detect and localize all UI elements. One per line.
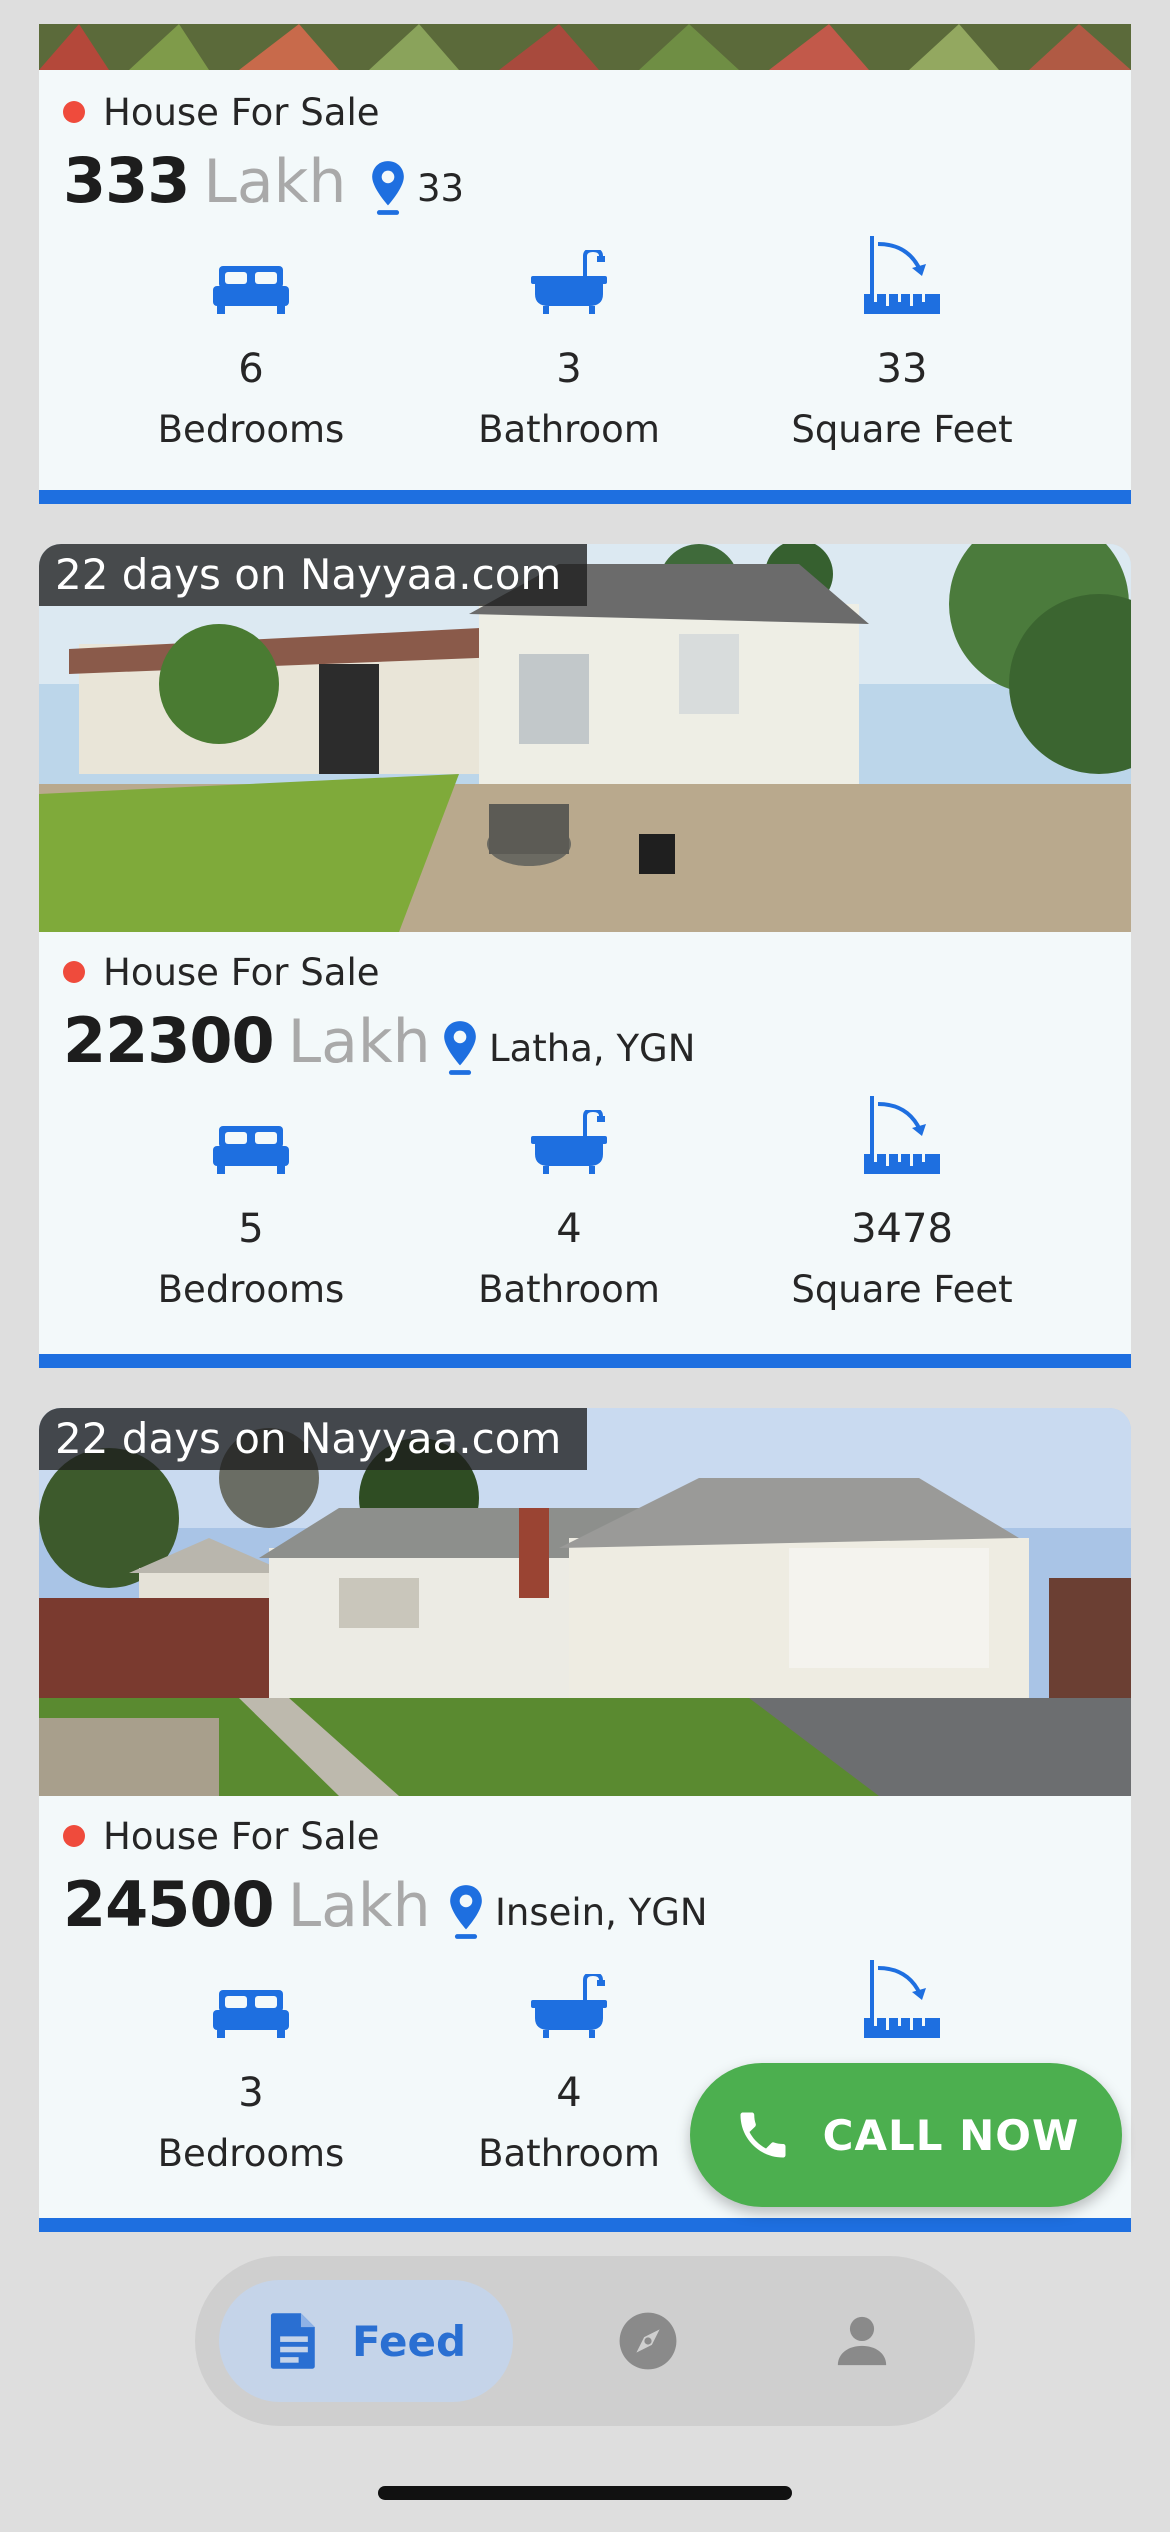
status-dot-icon (63, 1825, 85, 1847)
price-unit: Lakh (287, 1007, 431, 1077)
bathroom-count: 3 (556, 346, 582, 392)
area-measure-icon (772, 236, 1032, 316)
nav-tab-profile[interactable] (827, 2306, 897, 2376)
listing-price: 22300 Lakh (63, 1004, 431, 1088)
price-value: 24500 (63, 1868, 275, 1941)
listing-photo (39, 24, 1131, 70)
square-feet-feature (772, 1960, 1032, 2040)
listing-price: 24500 Lakh (63, 1868, 431, 1952)
area-measure-icon (772, 1960, 1032, 2040)
bed-icon (121, 1104, 381, 1176)
square-feet-label: Square Feet (791, 408, 1013, 451)
bedrooms-label: Bedrooms (157, 1268, 345, 1311)
bedrooms-label: Bedrooms (157, 408, 345, 451)
location-pin-icon (444, 1021, 476, 1075)
home-indicator (378, 2486, 792, 2500)
card-accent-bar (39, 490, 1131, 504)
bathroom-label: Bathroom (478, 408, 660, 451)
square-feet-feature: 3478 Square Feet (772, 1096, 1032, 1311)
call-now-button[interactable]: CALL NOW (690, 2063, 1122, 2207)
price-value: 333 (63, 144, 190, 217)
bathroom-count: 4 (556, 2070, 582, 2116)
listing-card[interactable]: 22 days on Nayyaa.com House For Sale 223… (39, 544, 1131, 1368)
location-pin-icon (450, 1885, 482, 1939)
listing-location: Latha, YGN (441, 1016, 695, 1080)
bathroom-feature: 3 Bathroom (439, 244, 699, 451)
phone-icon (740, 2112, 786, 2158)
listing-status: House For Sale (63, 84, 380, 140)
listing-card[interactable]: House For Sale 333 Lakh 33 6 Bedrooms 3 … (39, 24, 1131, 504)
listing-location: Insein, YGN (447, 1880, 708, 1944)
bedrooms-feature: 3 Bedrooms (121, 1968, 381, 2175)
bottom-navigation: Feed (195, 2256, 975, 2426)
days-on-site-badge: 22 days on Nayyaa.com (39, 544, 588, 606)
price-unit: Lakh (287, 1871, 431, 1941)
bed-icon (121, 1968, 381, 2040)
bedrooms-feature: 5 Bedrooms (121, 1104, 381, 1311)
square-feet-feature: 33 Square Feet (772, 236, 1032, 451)
listing-photo: 22 days on Nayyaa.com (39, 1408, 1131, 1796)
status-dot-icon (63, 961, 85, 983)
listing-photo: 22 days on Nayyaa.com (39, 544, 1131, 932)
price-unit: Lakh (203, 147, 347, 217)
bedrooms-feature: 6 Bedrooms (121, 244, 381, 451)
price-value: 22300 (63, 1004, 275, 1077)
square-feet-count: 33 (876, 346, 928, 392)
bathroom-feature: 4 Bathroom (439, 1104, 699, 1311)
bedrooms-label: Bedrooms (157, 2132, 345, 2175)
listing-location: 33 (369, 156, 464, 220)
bed-icon (121, 244, 381, 316)
nav-feed-label: Feed (351, 2316, 467, 2366)
feed-icon (270, 2313, 315, 2369)
bathtub-icon (439, 1104, 699, 1176)
square-feet-count: 3478 (851, 1206, 953, 1252)
nav-tab-feed[interactable]: Feed (219, 2280, 513, 2402)
area-measure-icon (772, 1096, 1032, 1176)
listing-status: House For Sale (63, 944, 380, 1000)
listing-price: 333 Lakh (63, 144, 346, 228)
bedrooms-count: 5 (238, 1206, 264, 1252)
square-feet-label: Square Feet (791, 1268, 1013, 1311)
card-accent-bar (39, 2218, 1131, 2232)
location-pin-icon (372, 161, 404, 215)
bathroom-feature: 4 Bathroom (439, 1968, 699, 2175)
listing-status: House For Sale (63, 1808, 380, 1864)
nav-tab-explore[interactable] (613, 2306, 683, 2376)
person-icon (837, 2316, 887, 2366)
bathroom-count: 4 (556, 1206, 582, 1252)
compass-icon (619, 2312, 677, 2370)
status-dot-icon (63, 101, 85, 123)
bedrooms-count: 3 (238, 2070, 264, 2116)
bedrooms-count: 6 (238, 346, 264, 392)
days-on-site-badge: 22 days on Nayyaa.com (39, 1408, 588, 1470)
card-accent-bar (39, 1354, 1131, 1368)
bathtub-icon (439, 1968, 699, 2040)
bathtub-icon (439, 244, 699, 316)
bathroom-label: Bathroom (478, 2132, 660, 2175)
bathroom-label: Bathroom (478, 1268, 660, 1311)
call-now-label: CALL NOW (822, 2110, 1080, 2160)
